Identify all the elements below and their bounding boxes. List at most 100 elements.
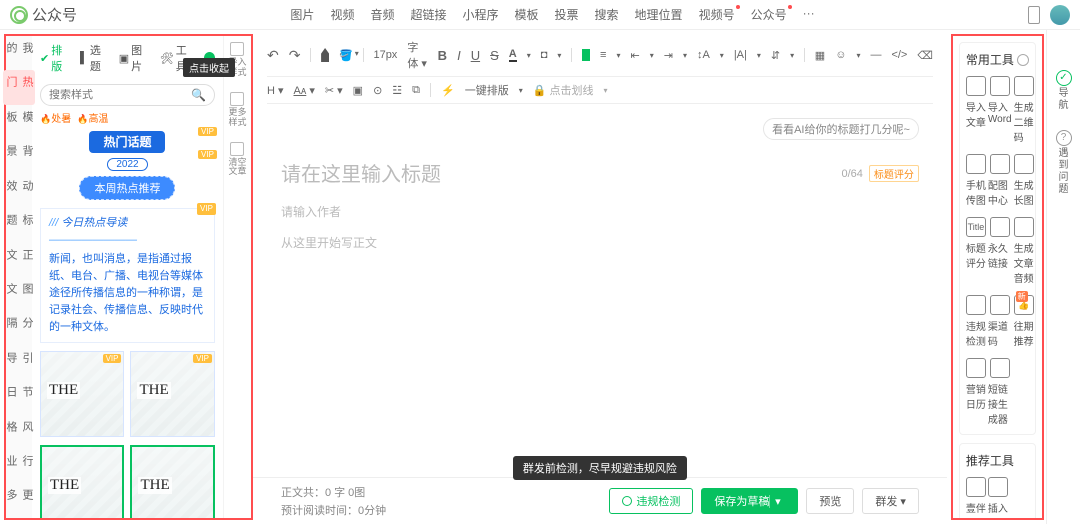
tool-永久链接[interactable]: 永久链接	[988, 217, 1012, 285]
vtab-正文[interactable]: 正文	[3, 243, 35, 277]
user-avatar[interactable]	[1050, 5, 1070, 25]
vtab-标题[interactable]: 标题	[3, 208, 35, 242]
left-util-更多样式[interactable]: 更多样式	[228, 92, 246, 128]
trend-tag-处暑[interactable]: 处暑	[40, 110, 71, 125]
style-thumb-4[interactable]: THE	[130, 445, 214, 518]
rail-遇到问题[interactable]: ?遇到问题	[1056, 130, 1072, 196]
tool-生成长图[interactable]: 生成长图	[1014, 154, 1034, 207]
heading-icon[interactable]: H ▾	[267, 84, 284, 97]
vtab-背景[interactable]: 背景	[3, 139, 35, 173]
vtab-动效[interactable]: 动效	[3, 174, 35, 208]
insert-搜索[interactable]: 搜索	[595, 6, 619, 23]
left-tab-选题[interactable]: ▌ 选题	[80, 42, 109, 74]
save-draft-dropdown[interactable]: ▾	[769, 495, 785, 508]
insert-视频[interactable]: 视频	[330, 6, 354, 23]
tool-短链接生成器[interactable]: 短链接生成器	[988, 358, 1012, 426]
weekly-hot-banner[interactable]: 本周热点推荐	[79, 176, 175, 200]
line-height-icon[interactable]: ↕A	[697, 49, 710, 61]
vtab-节日[interactable]: 节日	[3, 380, 35, 414]
clear-format-icon[interactable]: ⌫	[917, 49, 933, 62]
vtab-模板[interactable]: 模板	[3, 105, 35, 139]
one-click-layout[interactable]: 一键排版	[465, 82, 509, 98]
tool-插入图表[interactable]: 插入图表	[988, 477, 1008, 520]
letter-spacing-icon[interactable]: |A|	[734, 49, 747, 61]
style-thumb-3[interactable]: THE	[40, 445, 124, 518]
tool-营销日历[interactable]: 营销日历	[966, 358, 986, 426]
tool-壹伴小程序[interactable]: 壹伴小程序	[966, 477, 986, 520]
tool-生成文章音频[interactable]: 生成文章音频	[1014, 217, 1034, 285]
insert-视频号[interactable]: 视频号	[699, 6, 735, 23]
ai-title-score-hint[interactable]: 看看AI给你的标题打几分呢~	[763, 118, 919, 140]
divider-icon[interactable]: —	[870, 49, 881, 61]
vtab-热门[interactable]: 热门	[3, 70, 35, 104]
italic-button[interactable]: I	[457, 48, 461, 63]
indent-right-icon[interactable]: ⇥	[664, 49, 673, 62]
font-size-select[interactable]: 17px	[373, 49, 397, 61]
vtab-图文[interactable]: 图文	[3, 277, 35, 311]
vtab-我的[interactable]: 我的	[3, 36, 35, 70]
style-search-input[interactable]	[49, 89, 191, 101]
insert-音频[interactable]: 音频	[370, 6, 394, 23]
fill-color-icon[interactable]: 🪣▾	[339, 49, 353, 62]
insert-地理位置[interactable]: 地理位置	[635, 6, 683, 23]
strike-button[interactable]: S	[490, 48, 499, 63]
vtab-风格[interactable]: 风格	[3, 415, 35, 449]
flash-icon[interactable]: ⚡	[441, 84, 455, 97]
spacing-icon[interactable]: ⇵	[771, 49, 780, 62]
lock-underline[interactable]: 🔒 点击划线	[533, 82, 594, 98]
table-icon[interactable]: ▦	[815, 49, 825, 62]
vtab-分隔[interactable]: 分隔	[3, 311, 35, 345]
emoji-icon[interactable]: ☺	[835, 49, 846, 61]
title-input[interactable]: 请在这里输入标题	[281, 158, 919, 187]
font-family-select[interactable]: 字体 ▾	[407, 39, 427, 71]
mobile-preview-icon[interactable]	[1028, 6, 1040, 24]
title-score-chip[interactable]: 标题评分	[869, 165, 919, 182]
rail-导航[interactable]: ✓导航	[1056, 70, 1072, 112]
align-left-icon[interactable]: ≡	[600, 49, 606, 61]
violation-check-button[interactable]: 违规检测	[609, 488, 693, 514]
insert-图片[interactable]: 图片	[290, 6, 314, 23]
undo-button[interactable]: ↶	[267, 47, 279, 64]
tool-导入Word[interactable]: 导入Word	[988, 76, 1012, 144]
tool-渠道码[interactable]: 渠道码	[988, 295, 1012, 348]
tool-生成二维码[interactable]: 生成二维码	[1014, 76, 1034, 144]
style-thumb-2[interactable]: THEVIP	[130, 351, 214, 437]
tool-导入文章[interactable]: 导入文章	[966, 76, 986, 144]
left-tab-图片[interactable]: ▣ 图片	[119, 42, 150, 74]
insert-投票[interactable]: 投票	[555, 6, 579, 23]
insert-公众号[interactable]: 公众号	[751, 6, 787, 23]
tool-配图中心[interactable]: 配图中心	[988, 154, 1012, 207]
symbol-icon[interactable]: ▣	[353, 84, 363, 97]
settings-gear-icon[interactable]	[1017, 54, 1029, 66]
clear-icon[interactable]: ✂ ▾	[325, 84, 343, 97]
trend-tag-高温[interactable]: 高温	[77, 110, 108, 125]
component-icon[interactable]: ☳	[392, 84, 402, 97]
underline-button[interactable]: U	[471, 48, 480, 63]
code-icon[interactable]: </>	[891, 49, 907, 61]
publish-button[interactable]: 群发 ▾	[862, 488, 919, 514]
anchor-icon[interactable]: ⊙	[373, 84, 382, 97]
tool-标题评分[interactable]: Title标题评分	[966, 217, 986, 285]
vtab-更多[interactable]: 更多	[3, 483, 35, 517]
vtab-引导[interactable]: 引导	[3, 346, 35, 380]
author-input[interactable]: 请输入作者	[281, 203, 919, 220]
tool-往期推荐[interactable]: 👍往期推荐新	[1014, 295, 1034, 348]
search-icon[interactable]: 🔍	[191, 88, 206, 102]
vtab-行业[interactable]: 行业	[3, 449, 35, 483]
insert-小程序[interactable]: 小程序	[462, 6, 498, 23]
tool-违规检测[interactable]: 违规检测	[966, 295, 986, 348]
left-tab-排版[interactable]: ✔ 排版	[40, 42, 70, 74]
highlight-button[interactable]: ◘	[541, 49, 548, 61]
preview-button[interactable]: 预览	[806, 488, 854, 514]
indent-left-icon[interactable]: ⇤	[630, 49, 639, 62]
style-thumb-1[interactable]: THEVIP	[40, 351, 124, 437]
hot-topic-banner[interactable]: 热门话题	[89, 131, 165, 153]
text-color-button[interactable]: A	[509, 48, 517, 62]
copy-icon[interactable]: ⧉	[412, 84, 420, 97]
text-style-icon[interactable]: Aᴀ ▾	[293, 84, 314, 97]
format-painter-icon[interactable]	[321, 48, 329, 62]
insert-模板[interactable]: 模板	[515, 6, 539, 23]
align-justify-active-icon[interactable]	[582, 49, 590, 61]
redo-button[interactable]: ↷	[289, 47, 301, 64]
tool-手机传图[interactable]: 手机传图	[966, 154, 986, 207]
